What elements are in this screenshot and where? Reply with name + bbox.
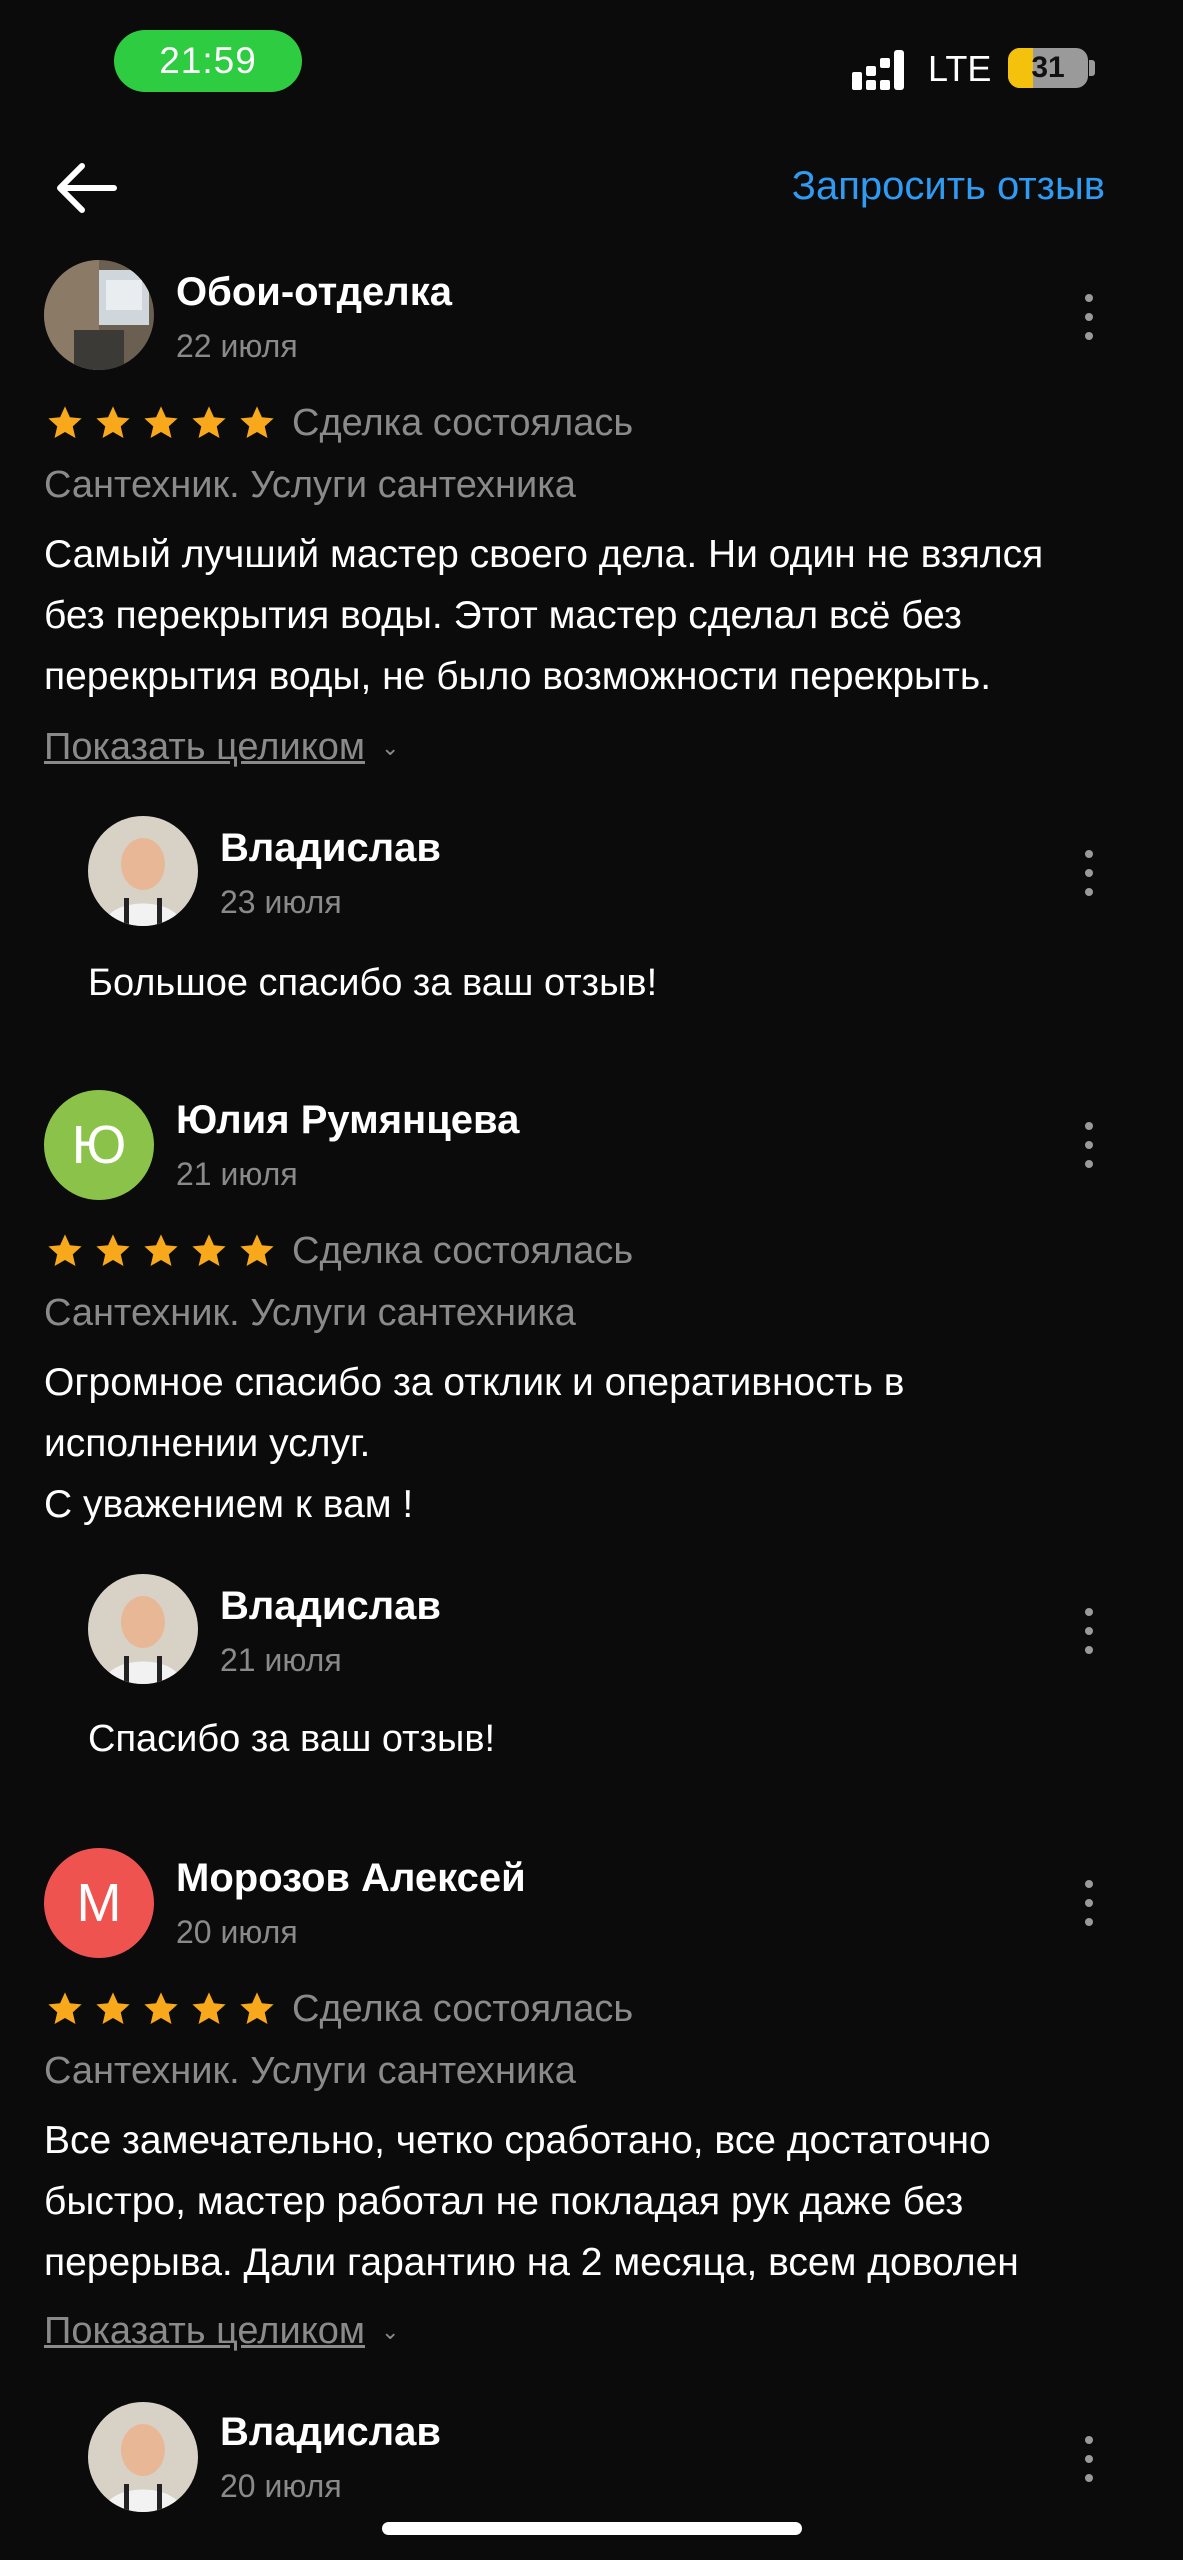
person-photo-icon <box>88 2402 198 2512</box>
avatar[interactable] <box>88 816 198 926</box>
review-text-line: Огромное спасибо за отклик и оперативнос… <box>44 1361 905 1404</box>
review-text-line: без перекрытия воды. Этот мастер сделал … <box>44 594 962 637</box>
more-options-icon[interactable] <box>1079 1122 1099 1168</box>
back-arrow-icon[interactable] <box>52 158 122 218</box>
star-icon <box>48 1992 82 2025</box>
reply-text: Спасибо за ваш отзыв! <box>88 1718 496 1760</box>
request-review-link[interactable]: Запросить отзыв <box>792 164 1105 209</box>
reply-author: Владислав <box>220 1584 442 1628</box>
person-photo-icon <box>88 1574 198 1684</box>
review-text-line: быстро, мастер работал не покладая рук д… <box>44 2180 964 2223</box>
reply-date: 21 июля <box>220 1642 342 1678</box>
show-more-button[interactable]: Показать целиком ⌄ <box>44 2310 399 2353</box>
chevron-down-icon: ⌄ <box>381 734 400 760</box>
review-date: 21 июля <box>176 1156 298 1192</box>
person-photo-icon <box>88 816 198 926</box>
more-options-icon[interactable] <box>1079 850 1099 896</box>
review-text: Самый лучший мастер своего дела. Ни один… <box>44 524 1174 707</box>
home-indicator[interactable] <box>382 2522 802 2535</box>
signal-icon <box>852 50 904 90</box>
deal-status: Сделка состоялась <box>292 1230 634 1272</box>
rating-stars <box>46 404 276 442</box>
star-icon <box>240 1992 274 2025</box>
review-author: Морозов Алексей <box>176 1856 526 1900</box>
reply-text: Большое спасибо за ваш отзыв! <box>88 962 658 1004</box>
reply-date: 23 июля <box>220 884 342 920</box>
review-category: Сантехник. Услуги сантехника <box>44 464 576 506</box>
review-text-line: перерыва. Дали гарантию на 2 месяца, все… <box>44 2241 1019 2284</box>
star-icon <box>240 1234 274 1267</box>
review-date: 22 июля <box>176 328 298 364</box>
star-icon <box>96 406 130 439</box>
review-text-line: Самый лучший мастер своего дела. Ни один… <box>44 533 1044 576</box>
room-photo-icon <box>44 260 154 370</box>
avatar[interactable]: М <box>44 1848 154 1958</box>
network-type: LTE <box>928 48 992 89</box>
avatar[interactable]: Ю <box>44 1090 154 1200</box>
show-more-label[interactable]: Показать целиком <box>44 2310 365 2353</box>
battery-icon: 31 <box>1008 48 1088 88</box>
status-time: 21:59 <box>114 30 302 92</box>
star-icon <box>192 1992 226 2025</box>
deal-status: Сделка состоялась <box>292 402 634 444</box>
show-more-label[interactable]: Показать целиком <box>44 726 365 769</box>
reply-author: Владислав <box>220 2410 442 2454</box>
review-category: Сантехник. Услуги сантехника <box>44 1292 576 1334</box>
review-category: Сантехник. Услуги сантехника <box>44 2050 576 2092</box>
more-options-icon[interactable] <box>1079 1880 1099 1926</box>
deal-status: Сделка состоялась <box>292 1988 634 2030</box>
rating-stars <box>46 1232 276 1270</box>
star-icon <box>144 1234 178 1267</box>
reply-date: 20 июля <box>220 2468 342 2504</box>
show-more-button[interactable]: Показать целиком ⌄ <box>44 726 399 769</box>
star-icon <box>48 406 82 439</box>
star-icon <box>144 406 178 439</box>
review-text-line: перекрытия воды, не было возможности пер… <box>44 655 992 698</box>
chevron-down-icon: ⌄ <box>381 2318 400 2344</box>
more-options-icon[interactable] <box>1079 294 1099 340</box>
review-text-line: Все замечательно, четко сработано, все д… <box>44 2119 991 2162</box>
review-text: Все замечательно, четко сработано, все д… <box>44 2110 1174 2293</box>
star-icon <box>48 1234 82 1267</box>
star-icon <box>144 1992 178 2025</box>
star-icon <box>96 1234 130 1267</box>
avatar[interactable] <box>44 260 154 370</box>
review-author: Обои-отделка <box>176 270 452 314</box>
review-text-line: С уважением к вам ! <box>44 1483 414 1526</box>
review-date: 20 июля <box>176 1914 298 1950</box>
rating-stars <box>46 1990 276 2028</box>
more-options-icon[interactable] <box>1079 1608 1099 1654</box>
avatar[interactable] <box>88 2402 198 2512</box>
star-icon <box>240 406 274 439</box>
review-text: Огромное спасибо за отклик и оперативнос… <box>44 1352 1174 1535</box>
battery-percent: 31 <box>1031 51 1065 84</box>
battery-tip <box>1089 60 1095 76</box>
review-author: Юлия Румянцева <box>176 1098 520 1142</box>
more-options-icon[interactable] <box>1079 2436 1099 2482</box>
star-icon <box>192 1234 226 1267</box>
reply-author: Владислав <box>220 826 442 870</box>
review-text-line: исполнении услуг. <box>44 1422 371 1465</box>
avatar[interactable] <box>88 1574 198 1684</box>
star-icon <box>96 1992 130 2025</box>
star-icon <box>192 406 226 439</box>
